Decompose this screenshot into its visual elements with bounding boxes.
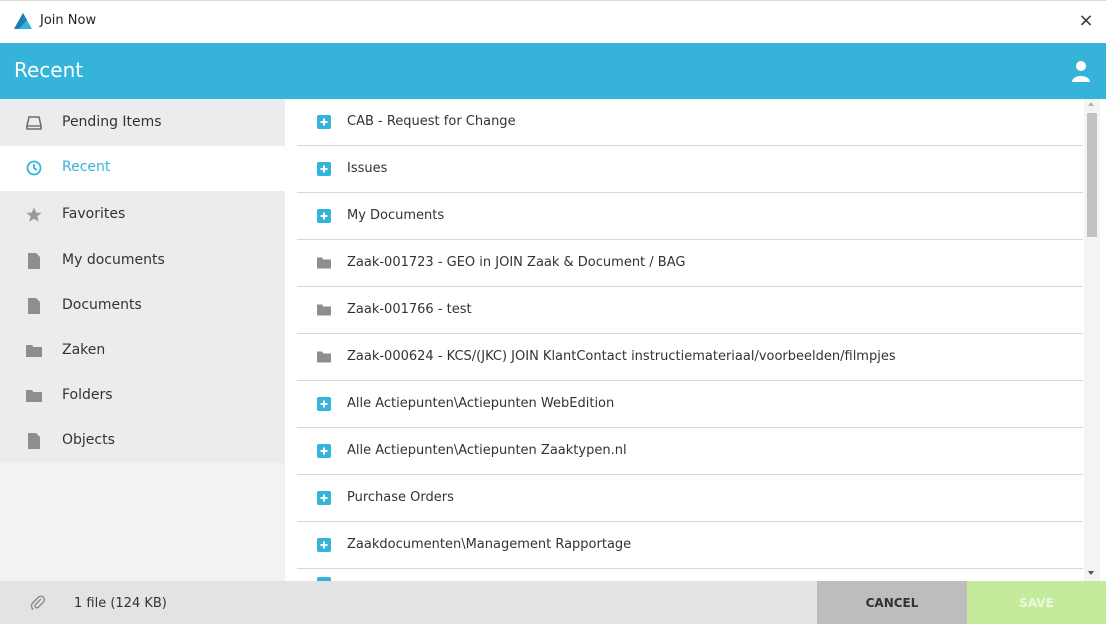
- add-document-icon: [317, 491, 331, 505]
- star-icon: [26, 207, 42, 222]
- list-item-label: CAB - Request for Change: [347, 114, 516, 129]
- attachment-info: 1 file (124 KB): [74, 596, 167, 611]
- sidebar-item-favorites[interactable]: Favorites: [0, 193, 285, 238]
- list-scrollbar[interactable]: [1084, 99, 1100, 581]
- sidebar-nav: Pending Items Recent Favorites My docume…: [0, 99, 285, 463]
- list-item[interactable]: Alle Actiepunten\Actiepunten WebEdition: [297, 381, 1083, 428]
- folder-icon: [317, 257, 331, 269]
- save-button[interactable]: SAVE: [967, 581, 1106, 624]
- add-document-icon: [317, 209, 331, 223]
- sidebar-item-label: Recent: [62, 159, 111, 175]
- inbox-icon: [26, 116, 42, 130]
- list-item-label: Zaak-001766 - test: [347, 302, 472, 317]
- list-item[interactable]: Zaak-001766 - test: [297, 287, 1083, 334]
- sidebar-item-label: Favorites: [62, 206, 126, 222]
- add-document-icon: [317, 162, 331, 176]
- sidebar-item-zaken[interactable]: Zaken: [0, 329, 285, 374]
- document-icon: [28, 298, 40, 314]
- sidebar: Pending Items Recent Favorites My docume…: [0, 99, 285, 581]
- scroll-up-arrow-icon[interactable]: [1088, 102, 1094, 106]
- folder-icon: [317, 351, 331, 363]
- list-item[interactable]: Issues: [297, 146, 1083, 193]
- document-icon: [28, 433, 40, 449]
- close-icon[interactable]: ×: [1074, 9, 1098, 33]
- sidebar-item-label: Documents: [62, 297, 142, 313]
- list-item-label: Alle Actiepunten\Actiepunten Zaaktypen.n…: [347, 443, 627, 458]
- list-item-label: Zaak-001723 - GEO in JOIN Zaak & Documen…: [347, 255, 686, 270]
- sidebar-item-recent[interactable]: Recent: [0, 146, 285, 191]
- header-bar: Recent: [0, 43, 1106, 99]
- list-item[interactable]: CAB - Request for Change: [297, 99, 1083, 146]
- add-document-icon: [317, 115, 331, 129]
- sidebar-item-documents[interactable]: Documents: [0, 284, 285, 329]
- list-item[interactable]: Zaak-001723 - GEO in JOIN Zaak & Documen…: [297, 240, 1083, 287]
- scroll-down-arrow-icon[interactable]: [1088, 571, 1094, 575]
- list-item-label: Alle Actiepunten\Actiepunten WebEdition: [347, 396, 615, 411]
- window-title: Join Now: [40, 13, 97, 28]
- add-document-icon: [317, 397, 331, 411]
- list-item-label: Purchase Orders: [347, 490, 454, 505]
- join-logo-icon: [14, 13, 32, 29]
- cancel-button[interactable]: CANCEL: [817, 581, 967, 624]
- paperclip-icon: [30, 595, 46, 611]
- page-title: Recent: [14, 58, 84, 82]
- folder-icon: [26, 345, 42, 357]
- folder-icon: [317, 304, 331, 316]
- sidebar-item-label: My documents: [62, 252, 165, 268]
- title-bar: Join Now ×: [0, 1, 1106, 43]
- sidebar-item-label: Pending Items: [62, 114, 162, 130]
- document-icon: [28, 253, 40, 269]
- sidebar-item-label: Zaken: [62, 342, 106, 358]
- add-document-icon: [317, 538, 331, 552]
- sidebar-item-label: Folders: [62, 387, 113, 403]
- list-item[interactable]: My Documents: [297, 193, 1083, 240]
- user-icon[interactable]: [1070, 60, 1092, 82]
- join-now-dialog: Join Now × Recent Pending Items Recent F…: [0, 0, 1106, 624]
- list-item-label: My Documents: [347, 208, 445, 223]
- add-document-icon: [317, 444, 331, 458]
- list-item-label: Zaak-000624 - KCS/(JKC) JOIN KlantContac…: [347, 349, 896, 364]
- sidebar-item-label: Objects: [62, 432, 115, 448]
- sidebar-item-objects[interactable]: Objects: [0, 419, 285, 464]
- clock-icon: [26, 160, 42, 176]
- list-item-label: Zaakdocumenten\Management Rapportage: [347, 537, 632, 552]
- list-item[interactable]: Zaakdocumenten\Management Rapportage: [297, 522, 1083, 569]
- sidebar-item-my-documents[interactable]: My documents: [0, 239, 285, 284]
- footer-bar: 1 file (124 KB) CANCEL SAVE: [0, 581, 1106, 624]
- sidebar-item-folders[interactable]: Folders: [0, 374, 285, 419]
- scrollbar-thumb[interactable]: [1087, 113, 1097, 237]
- list-item-partial[interactable]: [297, 569, 1083, 581]
- list-item[interactable]: Zaak-000624 - KCS/(JKC) JOIN KlantContac…: [297, 334, 1083, 381]
- list-item[interactable]: Alle Actiepunten\Actiepunten Zaaktypen.n…: [297, 428, 1083, 475]
- recent-list: CAB - Request for Change Issues My Docum…: [285, 99, 1100, 581]
- list-item-label: Issues: [347, 161, 388, 176]
- folder-icon: [26, 390, 42, 402]
- list-item[interactable]: Purchase Orders: [297, 475, 1083, 522]
- sidebar-item-pending-items[interactable]: Pending Items: [0, 101, 285, 146]
